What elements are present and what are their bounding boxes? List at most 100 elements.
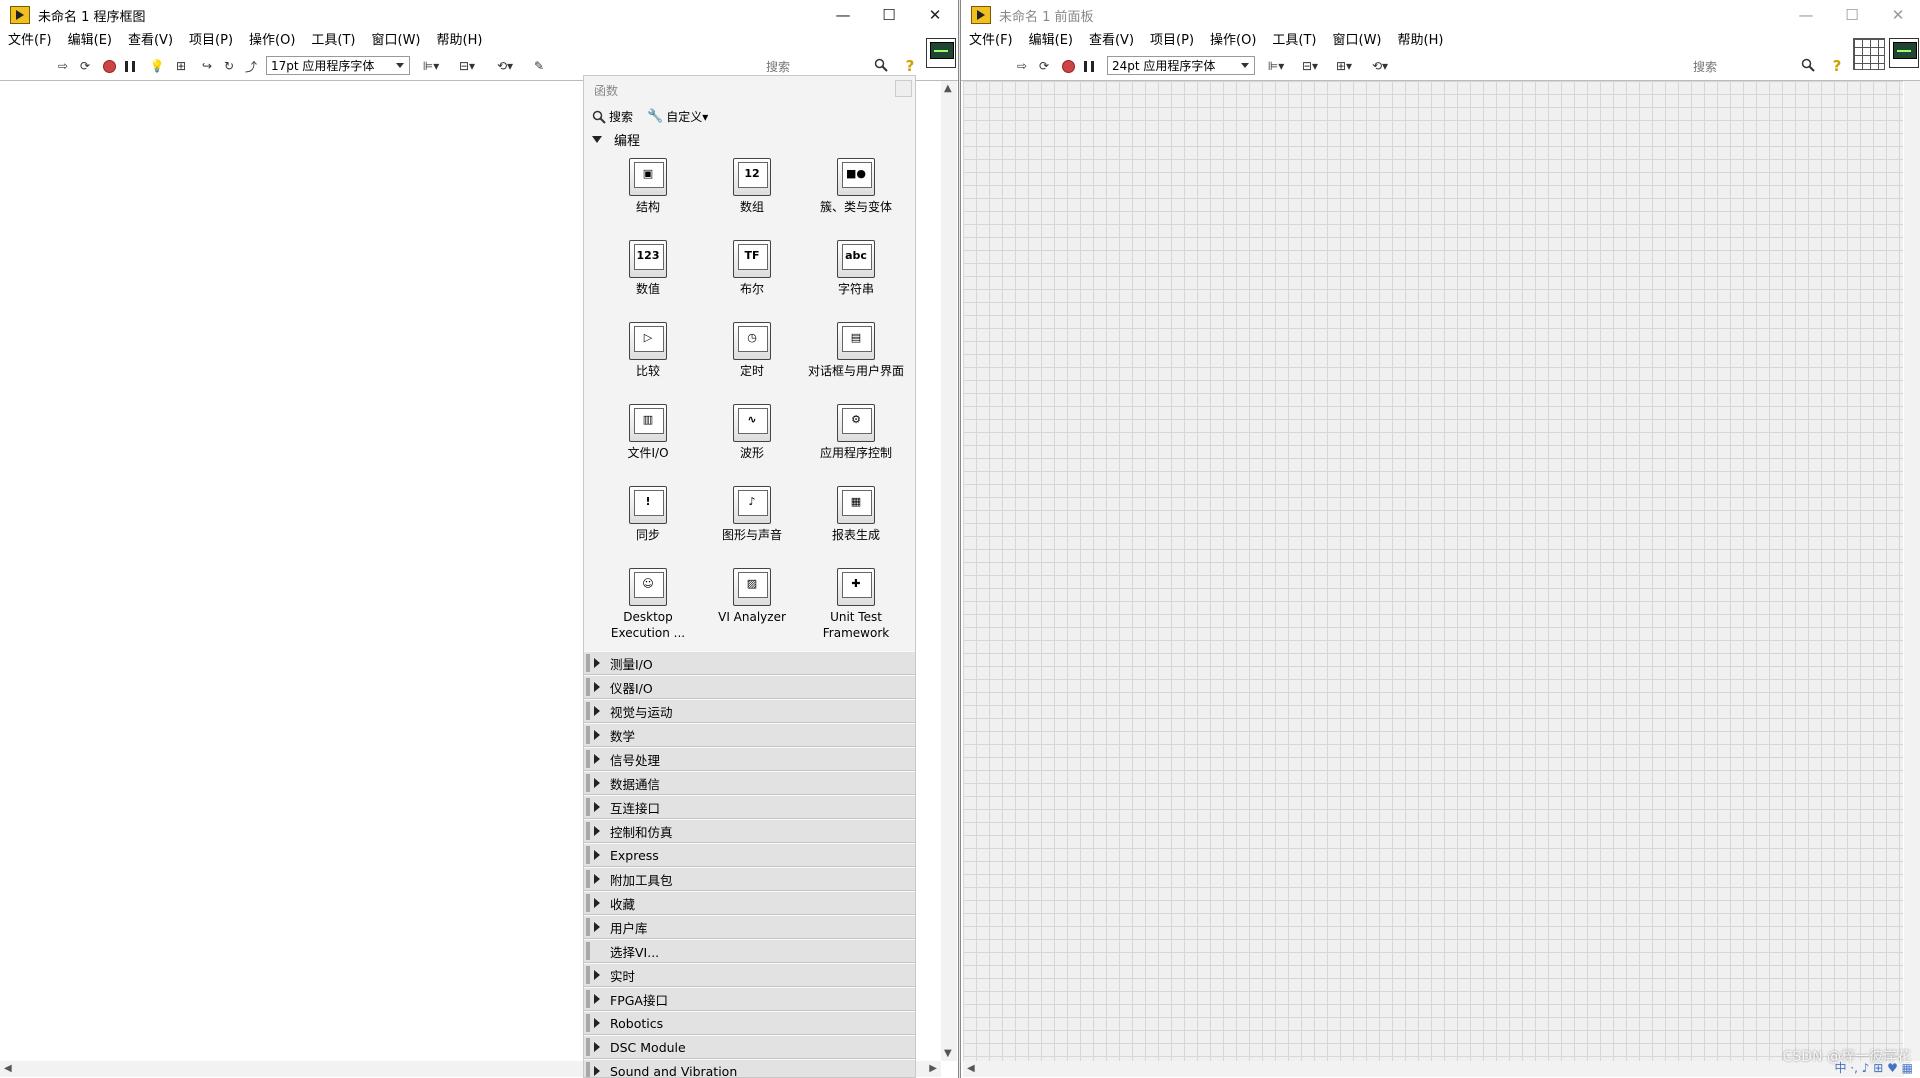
- step-over-icon[interactable]: ↻: [220, 58, 238, 74]
- palette-item[interactable]: ▷ 比较: [596, 322, 700, 404]
- highlight-execution-icon[interactable]: 💡: [148, 58, 166, 74]
- right-titlebar[interactable]: 未命名 1 前面板 — ☐ ✕: [961, 0, 1920, 30]
- pause-icon[interactable]: [1080, 58, 1098, 74]
- step-into-icon[interactable]: ↪: [198, 58, 216, 74]
- run-arrow-icon[interactable]: ⇨: [1013, 58, 1031, 74]
- left-titlebar[interactable]: 未命名 1 程序框图 — ☐ ✕: [0, 0, 958, 30]
- menu-help[interactable]: 帮助(H): [1390, 30, 1452, 52]
- palette-item[interactable]: ♪ 图形与声音: [700, 486, 804, 568]
- search-icon[interactable]: [874, 58, 888, 72]
- palette-category[interactable]: Express: [584, 843, 915, 867]
- palette-category[interactable]: 实时: [584, 963, 915, 987]
- palette-category[interactable]: 互连接口: [584, 795, 915, 819]
- align-objects-icon[interactable]: ⊫▾: [1263, 58, 1289, 74]
- align-objects-icon[interactable]: ⊫▾: [418, 58, 444, 74]
- search-icon[interactable]: [1801, 58, 1815, 72]
- menu-operate[interactable]: 操作(O): [1202, 30, 1264, 52]
- run-arrow-icon[interactable]: ⇨: [54, 58, 72, 74]
- palette-pin-button[interactable]: [895, 80, 912, 97]
- clean-up-diagram-icon[interactable]: ✎: [528, 58, 550, 74]
- run-continuously-icon[interactable]: ⟳: [76, 58, 94, 74]
- menu-help[interactable]: 帮助(H): [429, 30, 491, 52]
- palette-search-button[interactable]: 搜索: [592, 108, 633, 125]
- palette-customize-button[interactable]: 🔧 自定义▾: [647, 108, 708, 125]
- palette-category[interactable]: 附加工具包: [584, 867, 915, 891]
- connector-pane-icon[interactable]: [1853, 38, 1885, 70]
- reorder-icon[interactable]: ⟲▾: [492, 58, 518, 74]
- palette-item[interactable]: ▥ 文件I/O: [596, 404, 700, 486]
- menu-view[interactable]: 查看(V): [120, 30, 181, 52]
- vertical-scrollbar[interactable]: ▲ ▼: [941, 81, 957, 1061]
- palette-item[interactable]: ▨ VI Analyzer: [700, 568, 804, 650]
- front-panel-canvas[interactable]: [963, 81, 1903, 1061]
- palette-category[interactable]: 视觉与运动: [584, 699, 915, 723]
- step-out-icon[interactable]: ⤴: [242, 58, 260, 74]
- palette-category[interactable]: 收藏: [584, 891, 915, 915]
- menu-window[interactable]: 窗口(W): [1325, 30, 1390, 52]
- scroll-right-icon[interactable]: ▶: [929, 1063, 937, 1074]
- maximize-button[interactable]: ☐: [1829, 0, 1875, 30]
- menu-tools[interactable]: 工具(T): [303, 30, 363, 52]
- distribute-objects-icon[interactable]: ⊟▾: [454, 58, 480, 74]
- menu-edit[interactable]: 编辑(E): [1021, 30, 1081, 52]
- font-select[interactable]: 17pt 应用程序字体: [266, 56, 410, 75]
- palette-category[interactable]: 数据通信: [584, 771, 915, 795]
- horizontal-scrollbar[interactable]: ◀: [963, 1061, 1904, 1077]
- abort-icon[interactable]: [1059, 58, 1077, 74]
- scroll-left-icon[interactable]: ◀: [967, 1063, 975, 1074]
- close-button[interactable]: ✕: [912, 0, 958, 30]
- palette-category[interactable]: Robotics: [584, 1011, 915, 1035]
- resize-objects-icon[interactable]: ⊞▾: [1331, 58, 1357, 74]
- palette-item[interactable]: abc 字符串: [804, 240, 908, 322]
- palette-category[interactable]: FPGA接口: [584, 987, 915, 1011]
- pause-icon[interactable]: [121, 58, 139, 74]
- palette-item[interactable]: TF 布尔: [700, 240, 804, 322]
- palette-item[interactable]: ■● 簇、类与变体: [804, 158, 908, 240]
- vertical-scrollbar[interactable]: [1904, 81, 1920, 1061]
- menu-operate[interactable]: 操作(O): [241, 30, 303, 52]
- minimize-button[interactable]: —: [1783, 0, 1829, 30]
- vi-icon[interactable]: [1889, 38, 1919, 68]
- scroll-down-icon[interactable]: ▼: [944, 1048, 952, 1059]
- menu-window[interactable]: 窗口(W): [364, 30, 429, 52]
- retain-wire-values-icon[interactable]: ⊞: [172, 58, 190, 74]
- palette-category[interactable]: 测量I/O: [584, 651, 915, 675]
- menu-view[interactable]: 查看(V): [1081, 30, 1142, 52]
- scroll-left-icon[interactable]: ◀: [4, 1063, 12, 1074]
- menu-project[interactable]: 项目(P): [1142, 30, 1202, 52]
- search-input[interactable]: [1689, 58, 1799, 76]
- run-continuously-icon[interactable]: ⟳: [1035, 58, 1053, 74]
- context-help-icon[interactable]: ?: [902, 57, 918, 75]
- palette-item[interactable]: ∿ 波形: [700, 404, 804, 486]
- close-button[interactable]: ✕: [1875, 0, 1920, 30]
- search-input[interactable]: [762, 58, 872, 76]
- palette-category[interactable]: 数学: [584, 723, 915, 747]
- palette-category[interactable]: 选择VI...: [584, 939, 915, 963]
- palette-category[interactable]: 信号处理: [584, 747, 915, 771]
- palette-item[interactable]: ! 同步: [596, 486, 700, 568]
- maximize-button[interactable]: ☐: [866, 0, 912, 30]
- palette-item[interactable]: 123 数值: [596, 240, 700, 322]
- palette-category[interactable]: 仪器I/O: [584, 675, 915, 699]
- palette-item[interactable]: ▣ 结构: [596, 158, 700, 240]
- minimize-button[interactable]: —: [820, 0, 866, 30]
- menu-edit[interactable]: 编辑(E): [60, 30, 120, 52]
- menu-project[interactable]: 项目(P): [181, 30, 241, 52]
- menu-file[interactable]: 文件(F): [0, 30, 60, 52]
- palette-item[interactable]: ▦ 报表生成: [804, 486, 908, 568]
- context-help-icon[interactable]: ?: [1829, 57, 1845, 75]
- palette-category[interactable]: Sound and Vibration: [584, 1059, 915, 1077]
- palette-item[interactable]: 12 数组: [700, 158, 804, 240]
- palette-category[interactable]: 控制和仿真: [584, 819, 915, 843]
- scroll-up-icon[interactable]: ▲: [944, 83, 952, 94]
- palette-item[interactable]: ▤ 对话框与用户界面: [804, 322, 908, 404]
- palette-item[interactable]: ☺ Desktop Execution ...: [596, 568, 700, 650]
- font-select[interactable]: 24pt 应用程序字体: [1107, 56, 1255, 75]
- palette-item[interactable]: ⚙ 应用程序控制: [804, 404, 908, 486]
- category-programming[interactable]: 编程: [584, 129, 915, 149]
- palette-item[interactable]: ◷ 定时: [700, 322, 804, 404]
- palette-item[interactable]: ✚ Unit Test Framework: [804, 568, 908, 650]
- abort-icon[interactable]: [100, 58, 118, 74]
- reorder-icon[interactable]: ⟲▾: [1367, 58, 1393, 74]
- menu-tools[interactable]: 工具(T): [1264, 30, 1324, 52]
